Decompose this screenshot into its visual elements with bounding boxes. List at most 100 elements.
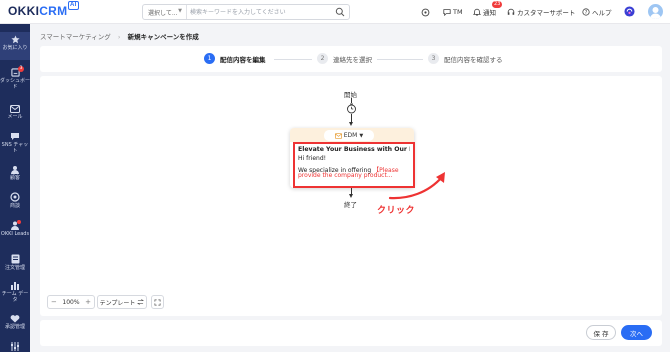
chevron-down-icon: ▼ <box>178 8 182 14</box>
step-number: 1 <box>204 53 215 64</box>
step-label: 配信内容を確認する <box>444 55 503 64</box>
template-button[interactable]: テンプレート <box>97 295 147 309</box>
avatar[interactable] <box>648 4 663 19</box>
zoom-out-button[interactable]: − <box>51 298 57 306</box>
sidebar-item-label: 注文管理 <box>4 265 25 271</box>
search-type-select[interactable]: 選択して... ▼ <box>143 5 187 19</box>
arrow-down-icon <box>348 122 353 126</box>
approval-icon <box>10 315 20 323</box>
sidebar-item-team-data[interactable]: チーム データ <box>0 281 30 303</box>
sidebar-item-sns-chat[interactable]: SNS チャット <box>0 132 30 154</box>
sidebar-item-label: チーム データ <box>1 291 29 303</box>
sidebar-item-label: 承認管理 <box>4 324 25 330</box>
notify-label: 通知 <box>483 9 496 17</box>
step-number: 3 <box>428 53 439 64</box>
sidebar-item-mail[interactable]: メール <box>0 105 30 120</box>
template-label: テンプレート <box>99 299 136 307</box>
step-label: 配信内容を編集 <box>220 55 266 64</box>
team-data-icon <box>11 282 19 290</box>
step-connector <box>377 59 423 60</box>
sidebar-item-label: メール <box>7 114 23 120</box>
leads-notification-dot <box>17 220 21 224</box>
tm-button[interactable]: TM <box>443 6 463 18</box>
settings-icon[interactable] <box>421 6 430 18</box>
sidebar-item-approval[interactable]: 承認管理 <box>0 314 30 330</box>
sidebar-item-okki-leads[interactable]: OKKI Leads <box>0 220 30 237</box>
search-input[interactable] <box>190 6 330 18</box>
click-annotation-label: クリック <box>377 206 416 216</box>
help-label: ヘルプ <box>592 9 612 17</box>
edm-node-header: EDM ▼ <box>290 128 414 142</box>
sidebar-item-label: ダッシュボード <box>0 78 31 90</box>
step-label: 連絡先を選択 <box>333 55 372 64</box>
annotation-arrow-icon <box>388 172 445 200</box>
tm-label: TM <box>453 8 463 16</box>
next-button[interactable]: 次へ <box>621 325 652 340</box>
step-confirm-content[interactable]: 3 配信内容を確認する <box>428 53 503 64</box>
global-search: 選択して... ▼ <box>142 4 350 20</box>
support-button[interactable]: カスタマーサポート <box>507 6 575 18</box>
mail-icon <box>10 105 20 113</box>
arrow-down-icon <box>348 194 353 198</box>
logo-ai-badge: AI <box>68 1 79 10</box>
mail-icon <box>334 132 342 139</box>
save-button[interactable]: 保 存 <box>586 325 616 340</box>
notification-count-badge: 23 <box>492 1 503 8</box>
page-title: 新規キャンペーンを作成 <box>127 33 199 41</box>
sidebar-item-label: 顧客 <box>9 175 20 181</box>
step-select-contacts[interactable]: 2 連絡先を選択 <box>317 53 372 64</box>
timer-icon[interactable] <box>346 103 357 114</box>
sidebar-item-label: 商談 <box>9 203 20 209</box>
fullscreen-icon <box>154 299 161 305</box>
search-type-value: 選択して... <box>148 10 178 17</box>
tm-icon <box>443 9 451 16</box>
search-icon[interactable] <box>335 7 345 17</box>
edm-type-dropdown[interactable]: EDM ▼ <box>324 130 374 141</box>
flow-canvas[interactable]: 開始 EDM ▼ Elevate Your Business with Our … <box>40 76 662 316</box>
customers-icon <box>11 166 19 174</box>
help-button[interactable]: ? ヘルプ <box>582 6 612 18</box>
sidebar-item-customers[interactable]: 顧客 <box>0 165 30 181</box>
order-icon <box>11 254 19 264</box>
breadcrumb-parent-link[interactable]: スマートマーケティング <box>40 33 111 41</box>
sidebar-item-orders[interactable]: 注文管理 <box>0 254 30 271</box>
zoom-control: − 100% + <box>47 295 95 309</box>
sliders-icon <box>11 342 19 351</box>
support-label: カスタマーサポート <box>517 9 576 17</box>
step-edit-content[interactable]: 1 配信内容を編集 <box>204 53 266 64</box>
step-number: 2 <box>317 53 328 64</box>
deal-icon <box>10 192 20 202</box>
edm-type-label: EDM <box>343 132 358 139</box>
fit-view-button[interactable] <box>151 295 164 309</box>
zoom-in-button[interactable]: + <box>85 298 91 306</box>
steps-panel: 1 配信内容を編集 2 連絡先を選択 3 配信内容を確認する <box>40 46 662 72</box>
flow-end-label: 終了 <box>344 201 357 209</box>
bell-icon <box>473 8 481 16</box>
app-logo[interactable]: OKKICRM AI <box>8 1 79 18</box>
swap-icon <box>137 299 145 305</box>
caret-down-icon: ▼ <box>359 132 364 139</box>
dashboard-badge: 3 <box>18 66 24 72</box>
breadcrumb-separator-icon: › <box>117 33 121 41</box>
sidebar-item-label: SNS チャット <box>1 142 29 154</box>
breadcrumb: スマートマーケティング › 新規キャンペーンを作成 <box>40 31 199 41</box>
notification-button[interactable]: 通知 23 <box>473 1 503 18</box>
chat-icon <box>11 133 19 140</box>
sidebar-item-dashboard[interactable]: 3 ダッシュボード <box>0 66 31 90</box>
star-icon <box>10 35 20 44</box>
zoom-level: 100% <box>62 298 80 306</box>
sidebar: お気に入り 3 ダッシュボード メール SNS チャット 顧客 商談 OKKI … <box>0 24 30 352</box>
footer-actions: 保 存 次へ <box>40 320 662 346</box>
assistant-icon[interactable] <box>624 5 635 17</box>
sidebar-settings-sliders[interactable] <box>0 342 30 352</box>
support-icon <box>507 8 515 15</box>
logo-crm-text: CRM <box>39 4 68 18</box>
help-icon: ? <box>582 8 590 16</box>
sidebar-item-label: お気に入り <box>2 45 28 51</box>
logo-text: OKKI <box>8 4 40 18</box>
sidebar-item-deals[interactable]: 商談 <box>0 192 30 209</box>
sidebar-item-favorites[interactable]: お気に入り <box>0 32 30 60</box>
top-bar: OKKICRM AI 選択して... ▼ TM 通知 23 カスタマーサポート … <box>0 0 670 24</box>
sidebar-item-label: OKKI Leads <box>0 231 30 237</box>
step-connector <box>274 59 312 60</box>
